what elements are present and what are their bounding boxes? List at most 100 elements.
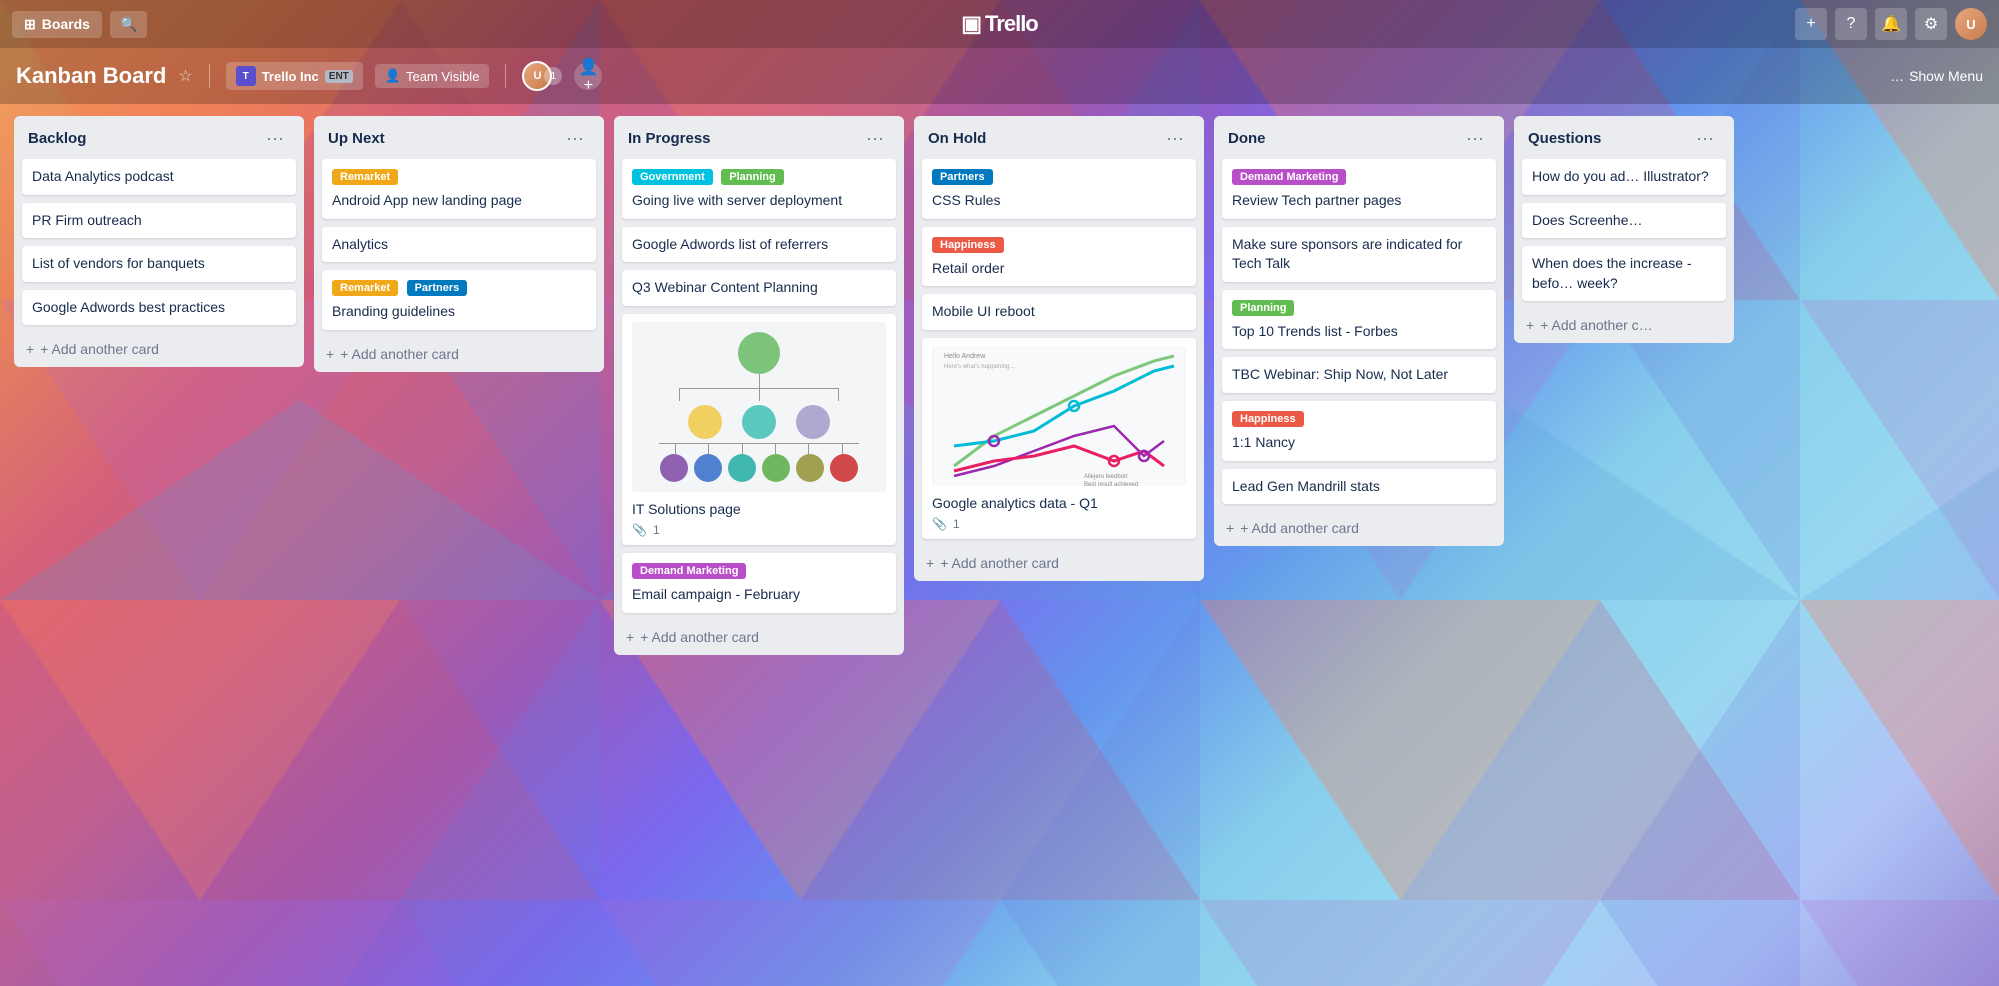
settings-button[interactable]: ⚙ — [1915, 8, 1947, 40]
org-top-row — [679, 332, 839, 401]
card-title: Data Analytics podcast — [32, 167, 286, 187]
column-inprogress-menu[interactable]: ··· — [860, 126, 890, 151]
card-sponsors[interactable]: Make sure sponsors are indicated for Tec… — [1222, 227, 1496, 282]
column-backlog-menu[interactable]: ··· — [260, 126, 290, 151]
org-avatar-bot-5 — [796, 454, 824, 482]
notification-button[interactable]: 🔔 — [1875, 8, 1907, 40]
boards-button[interactable]: ⊞ Boards — [12, 11, 102, 38]
column-inprogress-title: In Progress — [628, 130, 711, 147]
card-top10-trends[interactable]: Planning Top 10 Trends list - Forbes — [1222, 290, 1496, 350]
add-card-inprogress[interactable]: + + Add another card — [614, 621, 904, 655]
svg-text:Best result achieved: Best result achieved — [1084, 482, 1138, 486]
card-email-campaign[interactable]: Demand Marketing Email campaign - Februa… — [622, 553, 896, 613]
attachment-icon: 📎 — [632, 523, 647, 537]
column-inprogress: In Progress ··· Government Planning Goin… — [614, 116, 904, 655]
card-vendors[interactable]: List of vendors for banquets — [22, 246, 296, 282]
label-remarket-1: Remarket — [332, 169, 398, 185]
card-android-app[interactable]: Remarket Android App new landing page — [322, 159, 596, 219]
search-icon: 🔍 — [120, 16, 137, 32]
analytics-chart-svg: Hello Andrew Here's what's happening… Al… — [932, 346, 1186, 486]
column-questions-menu[interactable]: ··· — [1690, 126, 1720, 151]
card-title: Review Tech partner pages — [1232, 191, 1486, 211]
card-adwords-best[interactable]: Google Adwords best practices — [22, 290, 296, 326]
add-card-backlog[interactable]: + + Add another card — [14, 333, 304, 367]
add-card-upnext[interactable]: + + Add another card — [314, 338, 604, 372]
member-count: 1 — [544, 67, 562, 85]
card-review-tech[interactable]: Demand Marketing Review Tech partner pag… — [1222, 159, 1496, 219]
card-css-rules[interactable]: Partners CSS Rules — [922, 159, 1196, 219]
org-connector — [679, 332, 839, 401]
add-card-onhold[interactable]: + + Add another card — [914, 547, 1204, 581]
card-google-analytics[interactable]: Hello Andrew Here's what's happening… Al… — [922, 338, 1196, 540]
column-onhold-title: On Hold — [928, 130, 986, 147]
card-lead-gen[interactable]: Lead Gen Mandrill stats — [1222, 469, 1496, 505]
ent-badge: ENT — [325, 70, 353, 83]
card-title: Does Screenhe… — [1532, 211, 1716, 231]
add-card-done[interactable]: + + Add another card — [1214, 512, 1504, 546]
card-title: Retail order — [932, 259, 1186, 279]
card-title: List of vendors for banquets — [32, 254, 286, 274]
column-upnext-menu[interactable]: ··· — [560, 126, 590, 151]
card-it-solutions[interactable]: IT Solutions page 📎 1 — [622, 314, 896, 546]
label-happiness-1: Happiness — [932, 237, 1004, 253]
card-going-live[interactable]: Government Planning Going live with serv… — [622, 159, 896, 219]
add-button[interactable]: + — [1795, 8, 1827, 40]
column-questions-title: Questions — [1528, 130, 1601, 147]
person-icon: 👤 — [385, 68, 401, 84]
column-done-header: Done ··· — [1214, 116, 1504, 159]
card-11-nancy[interactable]: Happiness 1:1 Nancy — [1222, 401, 1496, 461]
trello-logo: ▣ Trello — [961, 11, 1037, 37]
card-pr-firm[interactable]: PR Firm outreach — [22, 203, 296, 239]
add-card-questions[interactable]: + + Add another c… — [1514, 309, 1734, 343]
column-onhold-body: Partners CSS Rules Happiness Retail orde… — [914, 159, 1204, 547]
card-title: Top 10 Trends list - Forbes — [1232, 322, 1486, 342]
card-retail-order[interactable]: Happiness Retail order — [922, 227, 1196, 287]
card-how-do-you[interactable]: How do you ad… Illustrator? — [1522, 159, 1726, 195]
invite-button[interactable]: 👤+ — [574, 62, 602, 90]
search-button[interactable]: 🔍 — [110, 11, 147, 38]
visibility-button[interactable]: 👤 Team Visible — [375, 64, 490, 88]
org-avatar-bot-2 — [694, 454, 722, 482]
add-card-label: + Add another card — [340, 346, 459, 362]
card-adwords-referrers[interactable]: Google Adwords list of referrers — [622, 227, 896, 263]
column-onhold-menu[interactable]: ··· — [1160, 126, 1190, 151]
column-upnext-body: Remarket Android App new landing page An… — [314, 159, 604, 338]
org-avatar-bot-3 — [728, 454, 756, 482]
user-avatar[interactable]: U — [1955, 8, 1987, 40]
card-meta: 📎 1 — [932, 517, 1186, 531]
org-avatar-bot-6 — [830, 454, 858, 482]
card-image-org-chart — [632, 322, 886, 492]
add-member-icon: 👤+ — [574, 57, 602, 95]
gear-icon: ⚙ — [1924, 14, 1938, 34]
card-q3-webinar[interactable]: Q3 Webinar Content Planning — [622, 270, 896, 306]
attachment-count: 1 — [653, 523, 660, 537]
org-avatar-mid-2 — [742, 405, 776, 439]
card-mobile-ui[interactable]: Mobile UI reboot — [922, 294, 1196, 330]
card-title: When does the increase - befo… week? — [1532, 254, 1716, 293]
column-onhold: On Hold ··· Partners CSS Rules Happiness… — [914, 116, 1204, 581]
card-when-does[interactable]: When does the increase - befo… week? — [1522, 246, 1726, 301]
top-navigation: ⊞ Boards 🔍 ▣ Trello + ? 🔔 ⚙ U — [0, 0, 1999, 48]
org-line-v — [759, 374, 760, 388]
card-branding[interactable]: Remarket Partners Branding guidelines — [322, 270, 596, 330]
org-line-r — [838, 389, 839, 401]
column-done-title: Done — [1228, 130, 1266, 147]
card-title: CSS Rules — [932, 191, 1186, 211]
plus-icon: + — [926, 555, 934, 571]
column-upnext: Up Next ··· Remarket Android App new lan… — [314, 116, 604, 372]
column-done-body: Demand Marketing Review Tech partner pag… — [1214, 159, 1504, 512]
card-does-screenhe[interactable]: Does Screenhe… — [1522, 203, 1726, 239]
workspace-button[interactable]: T Trello Inc ENT — [226, 62, 363, 90]
show-menu-button[interactable]: … Show Menu — [1890, 68, 1983, 84]
info-button[interactable]: ? — [1835, 8, 1867, 40]
column-done-menu[interactable]: ··· — [1460, 126, 1490, 151]
label-demand-marketing-1: Demand Marketing — [632, 563, 746, 579]
label-remarket-2: Remarket — [332, 280, 398, 296]
plus-icon: + — [1806, 15, 1815, 33]
card-tbc-webinar[interactable]: TBC Webinar: Ship Now, Not Later — [1222, 357, 1496, 393]
card-data-analytics[interactable]: Data Analytics podcast — [22, 159, 296, 195]
card-analytics[interactable]: Analytics — [322, 227, 596, 263]
attachment-count: 1 — [953, 517, 960, 531]
star-button[interactable]: ☆ — [178, 66, 192, 86]
org-avatar-mid-1 — [688, 405, 722, 439]
